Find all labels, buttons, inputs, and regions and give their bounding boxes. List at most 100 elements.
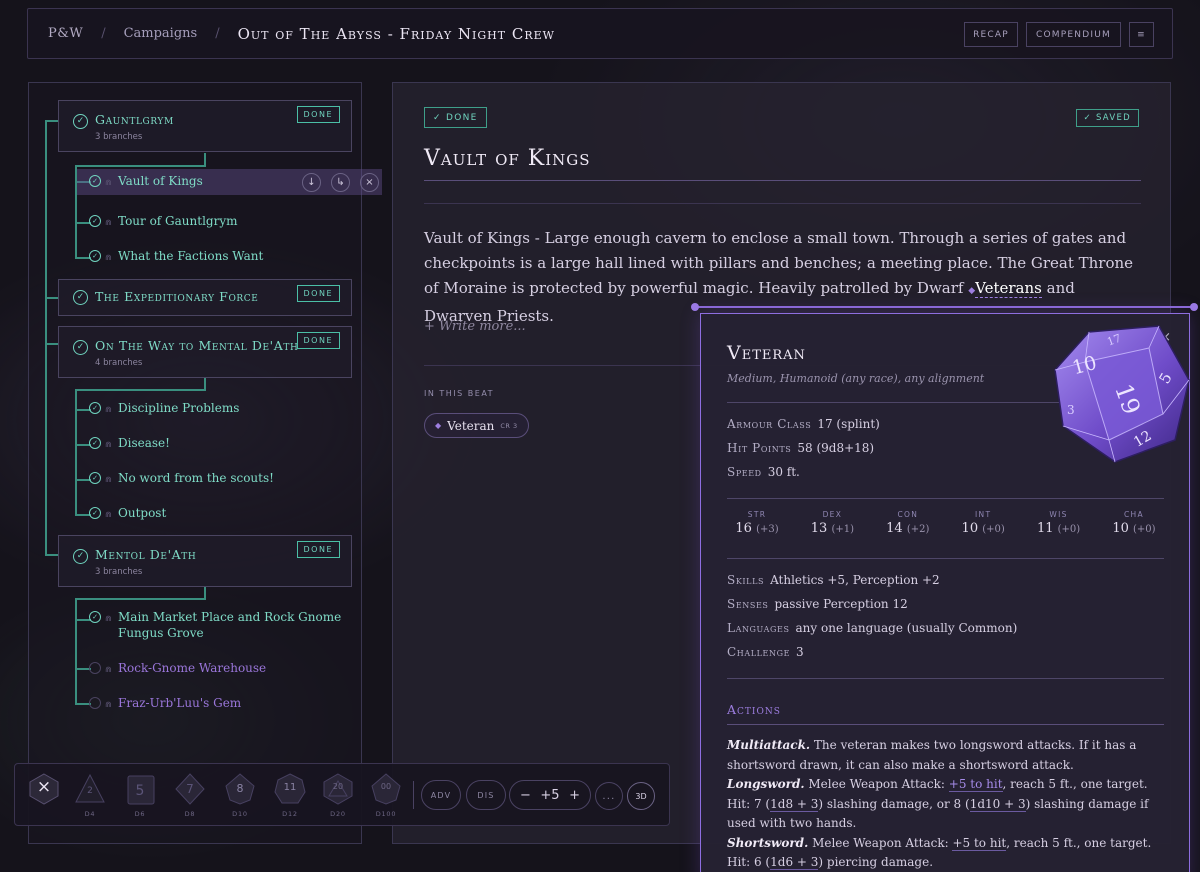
- remove-item-button[interactable]: ×: [360, 173, 379, 192]
- breadcrumb-campaigns[interactable]: Campaigns: [124, 26, 198, 41]
- add-branch-button[interactable]: ↳: [331, 173, 350, 192]
- tree-item-label: Main Market Place and Rock Gnome Fungus G…: [118, 609, 341, 641]
- in-this-beat-label: IN THIS BEAT: [424, 389, 495, 398]
- damage-roll-link[interactable]: 1d10 + 3: [969, 796, 1026, 812]
- tree-item-label: Disease!: [118, 436, 170, 450]
- menu-button[interactable]: ≡: [1129, 22, 1154, 47]
- tree-item-discipline-problems[interactable]: ✓ ⋒ Discipline Problems: [89, 400, 239, 418]
- check-icon: ✓: [89, 472, 101, 484]
- group-branch-count: 3 branches: [95, 132, 143, 142]
- tree-connector: [204, 153, 206, 166]
- tree-connector: [75, 389, 206, 391]
- action-longsword: Longsword. Melee Weapon Attack: +5 to hi…: [727, 775, 1167, 834]
- story-tree-panel: ✓ Gauntlgrym 3 branches DONE ✓ The Exped…: [28, 82, 382, 844]
- recap-button[interactable]: RECAP: [964, 22, 1018, 47]
- ability-name: INT: [975, 510, 992, 519]
- compendium-button[interactable]: COMPENDIUM: [1026, 22, 1121, 47]
- toggle-3d-button[interactable]: 3D: [627, 782, 655, 810]
- action-multiattack: Multiattack. The veteran makes two longs…: [727, 736, 1167, 775]
- stat-value: 3: [796, 645, 804, 659]
- close-tray-button[interactable]: ×: [25, 772, 63, 822]
- tree-item-fraz-urbluus-gem[interactable]: ⋒ Fraz-Urb'Luu's Gem: [89, 695, 241, 713]
- tree-group-mentol-death[interactable]: ✓ Mentol De'Ath 3 branches DONE: [58, 535, 352, 587]
- brand-link[interactable]: P&W: [48, 26, 83, 41]
- group-name: The Expeditionary Force: [95, 289, 259, 304]
- decrement-button[interactable]: −: [520, 788, 531, 803]
- d20-die-icon[interactable]: 10 19 5 12 3 17: [1051, 322, 1193, 464]
- increment-button[interactable]: +: [569, 788, 580, 803]
- tree-item-main-market-place[interactable]: ✓ ⋒ Main Market Place and Rock Gnome Fung…: [89, 609, 341, 641]
- actions-heading: Actions: [727, 702, 781, 717]
- stat-label: Armour Class: [727, 417, 812, 431]
- tree-item-tour-of-gauntlgrym[interactable]: ✓ ⋒ Tour of Gauntlgrym: [89, 213, 238, 231]
- lock-icon: ⋒: [105, 253, 112, 262]
- tree-item-disease[interactable]: ✓ ⋒ Disease!: [89, 435, 170, 453]
- die-d4-button[interactable]: 2 D4: [71, 772, 109, 822]
- action-text: Melee Weapon Attack:: [808, 835, 953, 850]
- move-down-button[interactable]: ↓: [302, 173, 321, 192]
- divider: [727, 724, 1164, 725]
- die-d12-button[interactable]: 11 D12: [271, 772, 309, 822]
- challenge-row: Challenge 3: [727, 645, 804, 659]
- saved-indicator: ✓ SAVED: [1075, 109, 1139, 127]
- tree-item-rock-gnome-warehouse[interactable]: ⋒ Rock-Gnome Warehouse: [89, 660, 266, 678]
- tree-item-label: What the Factions Want: [118, 249, 264, 263]
- beat-title[interactable]: Vault of Kings: [424, 146, 591, 171]
- action-name: Multiattack.: [727, 738, 811, 752]
- die-d10-button[interactable]: 8 D10: [221, 772, 259, 822]
- die-d20-button[interactable]: 20 D20: [319, 772, 357, 822]
- tree-item-no-word-from-scouts[interactable]: ✓ ⋒ No word from the scouts!: [89, 470, 274, 488]
- veteran-link[interactable]: Veterans: [975, 279, 1042, 298]
- damage-roll-link[interactable]: 1d8 + 3: [770, 796, 819, 812]
- die-face: 8: [236, 782, 244, 795]
- damage-roll-link[interactable]: 1d6 + 3: [770, 855, 819, 870]
- lock-icon: ⋒: [105, 405, 112, 414]
- die-face: 5: [135, 783, 145, 799]
- tree-group-gauntlgrym[interactable]: ✓ Gauntlgrym 3 branches DONE: [58, 100, 352, 152]
- tree-connector: [204, 587, 206, 599]
- hit-points-row: Hit Points 58 (9d8+18): [727, 441, 874, 455]
- resize-handle[interactable]: [691, 303, 699, 311]
- more-options-button[interactable]: ...: [595, 782, 623, 810]
- tree-item-factions[interactable]: ✓ ⋒ What the Factions Want: [89, 248, 263, 266]
- advantage-button[interactable]: ADV: [421, 780, 461, 810]
- modifier-value[interactable]: +5: [540, 788, 559, 803]
- stat-label: Languages: [727, 621, 790, 635]
- stat-value: Athletics +5, Perception +2: [770, 573, 940, 587]
- status-done-toggle[interactable]: ✓ DONE: [424, 107, 487, 128]
- stat-value: 17 (splint): [817, 417, 880, 431]
- skills-row: Skills Athletics +5, Perception +2: [727, 573, 940, 587]
- die-d6-button[interactable]: 5 D6: [121, 772, 159, 822]
- disadvantage-button[interactable]: DIS: [466, 780, 506, 810]
- group-branch-count: 4 branches: [95, 358, 143, 368]
- action-text: Melee Weapon Attack:: [804, 777, 949, 791]
- die-d8-button[interactable]: 7 D8: [171, 772, 209, 822]
- tree-group-way-to-mental-death[interactable]: ✓ On The Way to Mental De'Ath 4 branches…: [58, 326, 352, 378]
- resize-handle[interactable]: [1190, 303, 1198, 311]
- actions-list: Multiattack. The veteran makes two longs…: [727, 736, 1167, 872]
- action-text: ) slashing damage, or 8 (: [818, 796, 970, 811]
- stat-label: Hit Points: [727, 441, 792, 455]
- tree-connector: [75, 598, 206, 600]
- group-name: On The Way to Mental De'Ath: [95, 338, 299, 353]
- attack-roll-link[interactable]: +5 to hit: [948, 777, 1003, 792]
- tree-item-vault-of-kings[interactable]: ✓ ⋒ Vault of Kings ↓ ↳ ×: [77, 169, 382, 195]
- check-icon: ✓: [89, 175, 101, 187]
- stat-label: Speed: [727, 465, 762, 479]
- chip-cr: CR 3: [500, 421, 518, 430]
- stat-label: Challenge: [727, 645, 791, 659]
- tree-group-expeditionary-force[interactable]: ✓ The Expeditionary Force DONE: [58, 279, 352, 316]
- creature-chip-veteran[interactable]: ◆ Veteran CR 3: [424, 413, 529, 438]
- tree-item-outpost[interactable]: ✓ ⋒ Outpost: [89, 505, 166, 523]
- ability-score: 13: [810, 521, 828, 536]
- statblock-popup: × Veteran Medium, Humanoid (any race), a…: [700, 313, 1190, 872]
- stat-value: passive Perception 12: [774, 597, 908, 611]
- unchecked-circle-icon: [89, 697, 101, 709]
- creature-dot-icon: ◆: [435, 421, 442, 430]
- ability-mod: (+3): [756, 524, 779, 535]
- attack-roll-link[interactable]: +5 to hit: [952, 835, 1007, 851]
- write-more-button[interactable]: + Write more...: [424, 319, 526, 334]
- die-d100-button[interactable]: 00 D100: [367, 772, 405, 822]
- ability-str: STR 16 (+3): [727, 510, 787, 536]
- ability-con: CON 14 (+2): [878, 510, 938, 536]
